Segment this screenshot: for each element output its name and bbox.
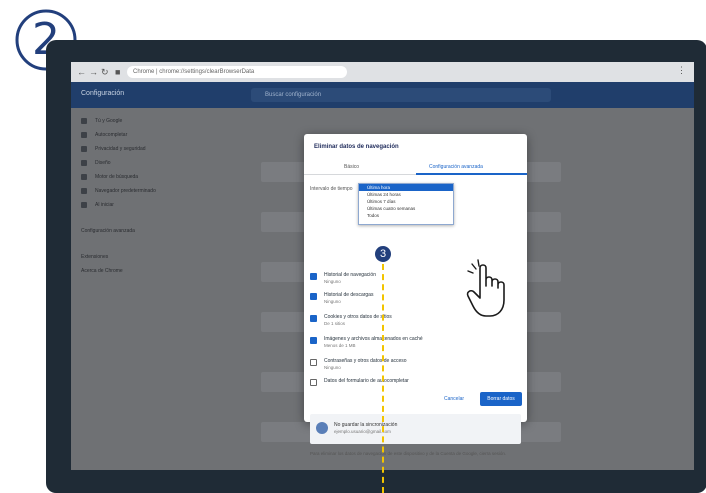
- callout-number-badge: 3: [375, 246, 391, 262]
- key-icon: [81, 132, 87, 138]
- pointing-hand-icon: [466, 259, 505, 317]
- menu-icon[interactable]: ⋮: [677, 65, 686, 76]
- dropdown-option[interactable]: Últimos 7 días: [359, 198, 453, 205]
- sidebar-item[interactable]: Diseño: [77, 156, 227, 170]
- address-bar[interactable]: Chrome | chrome://settings/clearBrowserD…: [127, 66, 347, 78]
- person-icon: [81, 118, 87, 124]
- dropdown-option[interactable]: Últimas cuatro semanas: [359, 205, 453, 212]
- sidebar-item[interactable]: Autocompletar: [77, 128, 227, 142]
- lock-icon: ■: [115, 67, 121, 77]
- forward-icon[interactable]: →: [89, 65, 98, 79]
- power-icon: [81, 202, 87, 208]
- checkbox-unchecked[interactable]: [310, 379, 317, 386]
- back-icon[interactable]: ←: [77, 65, 86, 79]
- tab-advanced[interactable]: Configuración avanzada: [429, 164, 483, 170]
- dashed-guide-line: [382, 264, 384, 493]
- checkbox-unchecked[interactable]: [310, 359, 317, 366]
- account-box: No guardar la sincronización ejemplo.usu…: [310, 414, 521, 444]
- browser-icon: [81, 188, 87, 194]
- time-range-dropdown[interactable]: Última hora Últimas 24 horas Últimos 7 d…: [358, 183, 454, 225]
- sidebar-item[interactable]: Configuración avanzada: [77, 224, 227, 238]
- sidebar-item[interactable]: Privacidad y seguridad: [77, 142, 227, 156]
- sidebar-item[interactable]: Al iniciar: [77, 198, 227, 212]
- search-icon: [81, 174, 87, 180]
- reload-icon[interactable]: ↻: [101, 65, 109, 79]
- avatar: [316, 422, 328, 434]
- sidebar-item[interactable]: Acerca de Chrome: [77, 264, 227, 278]
- browser-toolbar: ← → ↻ ■ Chrome | chrome://settings/clear…: [71, 62, 694, 82]
- dropdown-option[interactable]: Última hora: [359, 184, 453, 191]
- dropdown-option[interactable]: Todos: [359, 212, 453, 219]
- time-range-label: Intervalo de tiempo: [310, 186, 353, 192]
- sidebar-item[interactable]: Extensiones: [77, 250, 227, 264]
- active-tab-indicator: [416, 173, 527, 175]
- clear-data-button[interactable]: Borrar datos: [480, 392, 522, 406]
- checkbox-checked[interactable]: [310, 293, 317, 300]
- footer-note: Para eliminar los datos de navegación de…: [310, 451, 507, 456]
- sidebar-item[interactable]: Motor de búsqueda: [77, 170, 227, 184]
- sidebar-item[interactable]: Navegador predeterminado: [77, 184, 227, 198]
- settings-sidebar: Tú y Google Autocompletar Privacidad y s…: [77, 114, 227, 278]
- option-row[interactable]: Imágenes y archivos almacenados en caché…: [310, 336, 510, 356]
- shield-icon: [81, 146, 87, 152]
- cancel-button[interactable]: Cancelar: [444, 396, 464, 402]
- option-row[interactable]: Contraseñas y otros datos de acceso Ning…: [310, 358, 510, 378]
- checkbox-checked[interactable]: [310, 315, 317, 322]
- dialog-title: Eliminar datos de navegación: [314, 144, 399, 150]
- checkbox-checked[interactable]: [310, 337, 317, 344]
- settings-title: Configuración: [81, 90, 125, 97]
- palette-icon: [81, 160, 87, 166]
- tab-basic[interactable]: Básico: [344, 164, 359, 170]
- settings-search-input[interactable]: Buscar configuración: [251, 88, 551, 102]
- checkbox-checked[interactable]: [310, 273, 317, 280]
- dropdown-option[interactable]: Últimas 24 horas: [359, 191, 453, 198]
- settings-header: Configuración Buscar configuración: [71, 82, 694, 108]
- sidebar-item[interactable]: Tú y Google: [77, 114, 227, 128]
